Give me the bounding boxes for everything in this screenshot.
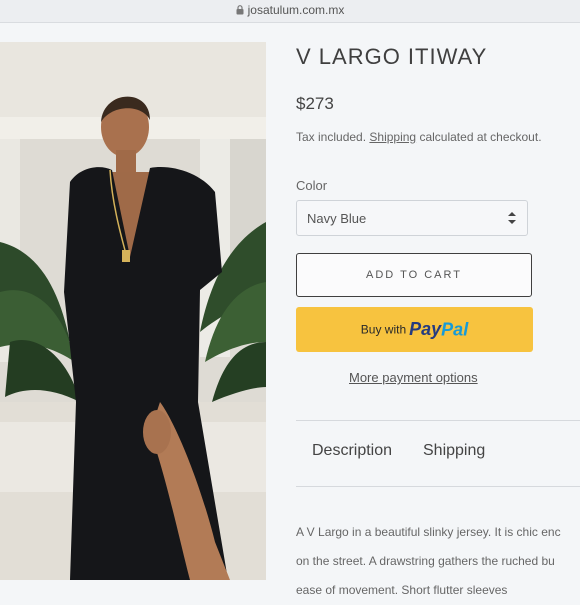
product-image[interactable] [0,42,266,580]
lock-icon [236,4,244,18]
tab-description[interactable]: Description [312,442,392,460]
tabs-top-divider [296,420,580,421]
paypal-logo-pay: Pay [409,319,442,340]
color-select-value: Navy Blue [307,211,367,226]
add-to-cart-button[interactable]: ADD TO CART [296,253,532,297]
tabs-bottom-divider [296,486,580,487]
tax-suffix: calculated at checkout. [419,130,542,144]
description-line: ease of movement. Short flutter sleeves [296,583,508,597]
tab-shipping[interactable]: Shipping [423,442,485,460]
shipping-link[interactable]: Shipping [369,130,416,144]
select-chevron-icon [507,211,517,230]
color-label: Color [296,178,328,193]
more-payment-options-link[interactable]: More payment options [349,370,478,385]
product-info: V LARGO ITIWAY $273 Tax included. Shippi… [296,0,580,597]
product-title: V LARGO ITIWAY [296,44,488,69]
product-description: A V Largo in a beautiful slinky jersey. … [296,518,580,605]
paypal-logo-pal: Pal [441,319,469,340]
paypal-prefix: Buy with [360,322,407,337]
tax-text: Tax included. [296,130,367,144]
color-select[interactable]: Navy Blue [296,200,528,236]
paypal-button[interactable]: Buy with PayPal [296,307,533,352]
product-price: $273 [296,94,334,113]
description-line: on the street. A drawstring gathers the … [296,554,555,568]
tax-note: Tax included. Shipping calculated at che… [296,130,542,144]
description-line: A V Largo in a beautiful slinky jersey. … [296,525,561,539]
